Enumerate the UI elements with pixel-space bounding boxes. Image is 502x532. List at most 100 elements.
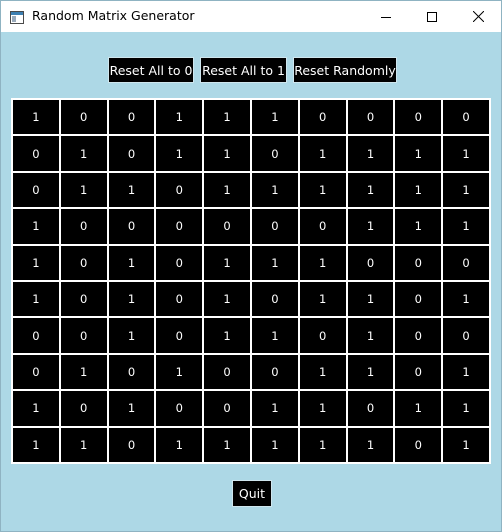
maximize-button[interactable] <box>409 1 455 32</box>
matrix-cell[interactable]: 1 <box>251 318 298 353</box>
reset-all-one-button[interactable]: Reset All to 1 <box>200 57 287 83</box>
matrix-cell[interactable]: 0 <box>60 100 107 135</box>
matrix-cell[interactable]: 0 <box>108 427 155 462</box>
matrix-cell[interactable]: 1 <box>13 245 59 280</box>
minimize-button[interactable] <box>363 1 409 32</box>
matrix-cell[interactable]: 1 <box>443 391 489 426</box>
matrix-cell[interactable]: 1 <box>443 427 489 462</box>
matrix-cell[interactable]: 1 <box>347 172 394 208</box>
matrix-cell[interactable]: 0 <box>251 354 298 390</box>
matrix-cell[interactable]: 0 <box>251 282 298 317</box>
matrix-cell[interactable]: 1 <box>299 427 346 462</box>
matrix-cell[interactable]: 1 <box>108 391 155 426</box>
matrix-cell[interactable]: 1 <box>13 209 59 244</box>
matrix-cell[interactable]: 0 <box>395 354 442 390</box>
title-bar[interactable]: Random Matrix Generator <box>1 1 501 32</box>
matrix-cell[interactable]: 1 <box>443 354 489 390</box>
matrix-cell[interactable]: 1 <box>204 136 250 171</box>
matrix-cell[interactable]: 1 <box>395 391 442 426</box>
matrix-cell[interactable]: 0 <box>204 209 250 244</box>
reset-all-zero-button[interactable]: Reset All to 0 <box>108 57 194 83</box>
matrix-cell[interactable]: 1 <box>395 172 442 208</box>
matrix-cell[interactable]: 1 <box>13 282 59 317</box>
reset-randomly-button[interactable]: Reset Randomly <box>293 57 397 83</box>
matrix-cell[interactable]: 0 <box>443 245 489 280</box>
matrix-cell[interactable]: 1 <box>299 136 346 171</box>
matrix-cell[interactable]: 0 <box>108 100 155 135</box>
matrix-cell[interactable]: 1 <box>395 209 442 244</box>
matrix-cell[interactable]: 0 <box>395 318 442 353</box>
matrix-cell[interactable]: 1 <box>347 427 394 462</box>
matrix-cell[interactable]: 0 <box>156 282 203 317</box>
matrix-cell[interactable]: 1 <box>60 427 107 462</box>
matrix-cell[interactable]: 0 <box>13 318 59 353</box>
matrix-cell[interactable]: 0 <box>156 245 203 280</box>
matrix-cell[interactable]: 1 <box>204 427 250 462</box>
matrix-cell[interactable]: 1 <box>347 354 394 390</box>
matrix-cell[interactable]: 1 <box>204 318 250 353</box>
matrix-cell[interactable]: 1 <box>108 318 155 353</box>
matrix-cell[interactable]: 1 <box>108 245 155 280</box>
matrix-cell[interactable]: 0 <box>443 100 489 135</box>
matrix-cell[interactable]: 0 <box>60 245 107 280</box>
matrix-cell[interactable]: 0 <box>108 209 155 244</box>
matrix-cell[interactable]: 0 <box>60 282 107 317</box>
matrix-cell[interactable]: 0 <box>108 354 155 390</box>
matrix-cell[interactable]: 1 <box>204 282 250 317</box>
matrix-cell[interactable]: 0 <box>347 391 394 426</box>
matrix-cell[interactable]: 0 <box>299 209 346 244</box>
matrix-cell[interactable]: 0 <box>395 427 442 462</box>
matrix-cell[interactable]: 0 <box>108 136 155 171</box>
matrix-cell[interactable]: 1 <box>251 245 298 280</box>
matrix-cell[interactable]: 1 <box>13 100 59 135</box>
matrix-cell[interactable]: 1 <box>13 427 59 462</box>
matrix-cell[interactable]: 0 <box>156 318 203 353</box>
matrix-cell[interactable]: 0 <box>395 282 442 317</box>
matrix-cell[interactable]: 0 <box>299 318 346 353</box>
matrix-cell[interactable]: 1 <box>347 318 394 353</box>
matrix-cell[interactable]: 0 <box>395 245 442 280</box>
matrix-cell[interactable]: 1 <box>299 391 346 426</box>
matrix-cell[interactable]: 1 <box>443 136 489 171</box>
matrix-cell[interactable]: 1 <box>156 100 203 135</box>
matrix-cell[interactable]: 0 <box>251 136 298 171</box>
matrix-cell[interactable]: 1 <box>443 282 489 317</box>
matrix-cell[interactable]: 1 <box>299 245 346 280</box>
matrix-cell[interactable]: 0 <box>443 318 489 353</box>
matrix-cell[interactable]: 1 <box>156 354 203 390</box>
matrix-cell[interactable]: 0 <box>299 100 346 135</box>
matrix-cell[interactable]: 0 <box>395 100 442 135</box>
matrix-cell[interactable]: 0 <box>204 354 250 390</box>
matrix-cell[interactable]: 0 <box>347 100 394 135</box>
matrix-cell[interactable]: 1 <box>299 282 346 317</box>
matrix-cell[interactable]: 0 <box>204 391 250 426</box>
matrix-cell[interactable]: 0 <box>13 354 59 390</box>
matrix-cell[interactable]: 1 <box>156 427 203 462</box>
matrix-cell[interactable]: 1 <box>204 245 250 280</box>
close-button[interactable] <box>455 1 501 32</box>
matrix-cell[interactable]: 1 <box>108 172 155 208</box>
matrix-cell[interactable]: 1 <box>108 282 155 317</box>
matrix-cell[interactable]: 0 <box>251 209 298 244</box>
matrix-cell[interactable]: 1 <box>251 427 298 462</box>
matrix-cell[interactable]: 1 <box>60 172 107 208</box>
quit-button[interactable]: Quit <box>232 480 272 507</box>
matrix-cell[interactable]: 1 <box>13 391 59 426</box>
matrix-cell[interactable]: 0 <box>156 172 203 208</box>
matrix-cell[interactable]: 1 <box>299 354 346 390</box>
matrix-cell[interactable]: 1 <box>204 172 250 208</box>
matrix-cell[interactable]: 1 <box>443 209 489 244</box>
matrix-cell[interactable]: 0 <box>60 209 107 244</box>
matrix-cell[interactable]: 0 <box>13 136 59 171</box>
matrix-cell[interactable]: 0 <box>347 245 394 280</box>
matrix-cell[interactable]: 1 <box>347 282 394 317</box>
matrix-cell[interactable]: 0 <box>60 318 107 353</box>
matrix-cell[interactable]: 1 <box>299 172 346 208</box>
matrix-cell[interactable]: 1 <box>251 391 298 426</box>
matrix-cell[interactable]: 0 <box>156 391 203 426</box>
matrix-cell[interactable]: 1 <box>204 100 250 135</box>
matrix-cell[interactable]: 0 <box>13 172 59 208</box>
matrix-cell[interactable]: 1 <box>395 136 442 171</box>
matrix-cell[interactable]: 0 <box>60 391 107 426</box>
matrix-cell[interactable]: 1 <box>60 136 107 171</box>
